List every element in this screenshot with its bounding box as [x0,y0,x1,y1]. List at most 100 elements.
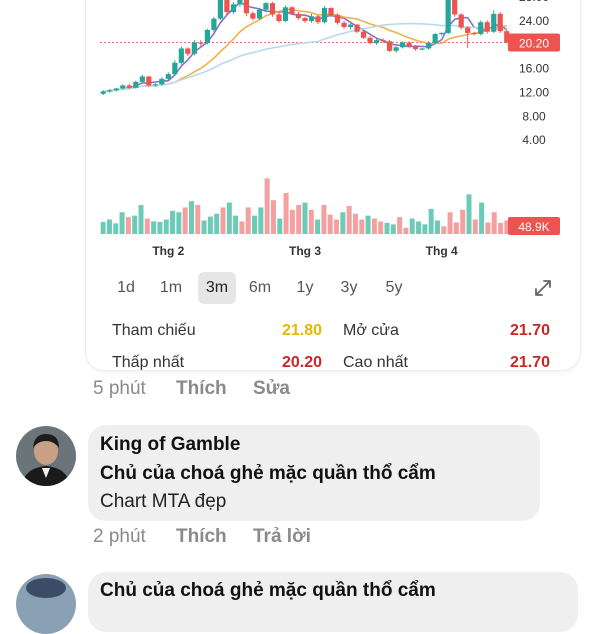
candle-body [334,15,341,23]
stock-chart-card: 28.0024.0020.0016.0012.008.004.0020.2048… [86,0,580,370]
comment-meta-row: 2 phút Thích Trả lời [0,526,600,552]
candle-body [100,91,106,94]
y-tick-label: 28.00 [519,0,549,4]
volume-bar [233,215,239,234]
candle-body [380,40,386,42]
volume-bar [434,220,440,234]
candle-body [198,42,204,44]
volume-bar [371,218,377,234]
candle-body [341,22,347,27]
stat-label-reference: Tham chiếu [112,322,196,339]
candle-body [230,4,237,13]
candle-body [406,42,412,47]
post-edit-button[interactable]: Sửa [253,378,290,400]
candle-body [360,31,367,38]
volume-bar [352,213,358,234]
post-like-button[interactable]: Thích [176,378,227,400]
volume-bar [403,227,409,234]
candle-body [328,7,334,16]
y-tick-label: 16.00 [519,62,549,76]
volume-bar [327,214,333,234]
volume-bar [409,218,415,234]
range-tab-5y[interactable]: 5y [372,272,416,304]
candle-body [439,32,445,35]
volume-bar [264,178,270,234]
comment-text: Chart MTA đẹp [100,491,227,512]
candle-body [243,0,250,14]
y-tick-label: 4.00 [522,133,546,147]
volume-bar [132,215,138,234]
comment-like-button[interactable]: Thích [176,526,227,548]
volume-bar [491,212,497,234]
volume-bar [334,219,340,234]
volume-bar [321,205,327,234]
range-tab-1y[interactable]: 1y [283,272,327,304]
volume-bar [270,200,276,234]
volume-bar [252,215,258,234]
range-tab-3y[interactable]: 3y [327,272,371,304]
candle-body [321,7,328,23]
comment-reply-button[interactable]: Trả lời [253,526,311,548]
volume-bar [390,224,396,234]
candle-body [282,7,289,22]
candle-body [107,90,113,92]
stat-label-high: Cao nhất [343,354,408,370]
comment-bubble-2: Chủ của choá ghẻ mặc quần thổ cẩm [88,572,578,632]
range-tab-6m[interactable]: 6m [238,272,282,304]
volume-bar [346,205,352,234]
candle-body [432,34,438,44]
candle-body [276,14,282,22]
candle-body [295,13,302,19]
volume-bar [125,217,131,234]
candle-body [478,22,484,35]
candle-body [263,3,269,10]
candle-body [126,85,132,88]
range-tab-1d[interactable]: 1d [104,272,148,304]
candle-body [165,74,171,79]
candle-body [146,76,152,86]
candle-body [120,85,126,89]
candle-body [400,42,406,48]
candle-body [191,42,197,54]
candle-body [413,46,419,50]
comment-group-title-2[interactable]: Chủ của choá ghẻ mặc quần thổ cẩm [100,580,436,602]
volume-bar [302,202,308,234]
y-tick-label: 24.00 [519,14,549,28]
range-tab-1m[interactable]: 1m [149,272,193,304]
candle-body [302,18,308,22]
comment-group-title[interactable]: Chủ của choá ghẻ mặc quần thổ cẩm [100,463,436,485]
volume-bar [214,213,220,234]
volume-bar [157,221,163,234]
candle-body [152,84,158,86]
stat-value-high: 21.70 [509,354,550,370]
candle-body [178,48,184,63]
volume-bar [100,221,106,234]
volume-bar [277,218,283,234]
candle-body [269,3,276,15]
volume-bar [422,224,428,234]
range-tab-3m[interactable]: 3m [198,272,236,304]
candle-body [237,0,243,5]
y-tick-label: 8.00 [522,109,546,123]
stat-label-open: Mở cửa [343,322,399,339]
volume-bar [220,207,226,234]
stat-value-reference: 21.80 [281,322,322,339]
candle-body [367,37,373,44]
candle-body [172,62,178,75]
volume-bar [283,192,289,234]
avatar[interactable] [16,426,76,486]
candle-body [497,13,503,32]
volume-bar [201,220,207,234]
candle-body [211,18,217,30]
candle-body [139,76,145,82]
avatar-2[interactable] [16,574,76,634]
volume-bar [226,202,232,234]
comment-author[interactable]: King of Gamble [100,434,240,456]
expand-icon[interactable] [532,277,554,299]
volume-bar [397,217,403,234]
y-tick-label: 12.00 [519,85,549,99]
candle-body [315,16,321,23]
volume-bar [378,221,384,234]
volume-bar [428,208,434,234]
candle-body [387,41,393,51]
